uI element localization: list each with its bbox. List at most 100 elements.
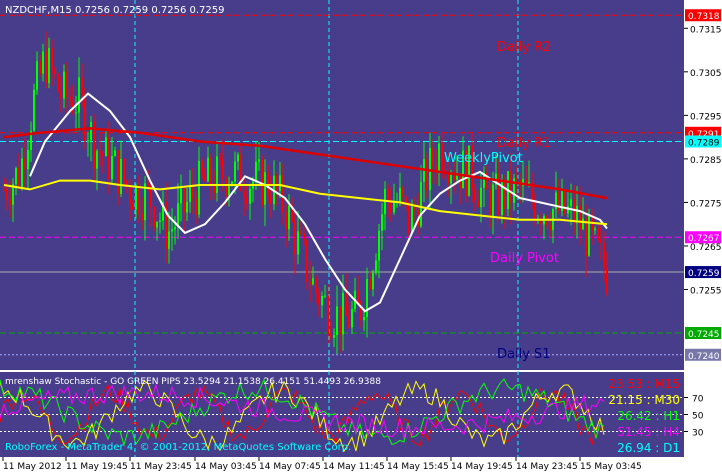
candle-body — [186, 201, 188, 213]
candle-body — [192, 187, 194, 199]
candle-body — [351, 309, 353, 328]
candle-body — [45, 51, 47, 84]
candle-body — [63, 71, 65, 99]
candle-body — [135, 185, 137, 210]
candle-body — [132, 203, 134, 210]
candle-body — [18, 168, 20, 187]
candle-body — [342, 292, 344, 335]
copyright-text: RoboForex - MetaTrader 4, © 2001-2012, M… — [5, 442, 351, 453]
candle-body — [282, 175, 284, 213]
candle-body — [270, 196, 272, 205]
candle-body — [261, 159, 263, 205]
candle-body — [447, 174, 449, 184]
candle-body — [114, 150, 116, 156]
candle-body — [576, 205, 578, 223]
time-tick-label: 14 May 15:45 — [387, 462, 449, 472]
candle-body — [246, 197, 248, 204]
level-price-tag-text: 0.7267 — [688, 234, 720, 244]
timeframe-value-label: 23.53 : M15 — [608, 377, 680, 391]
candle-body — [597, 228, 599, 240]
candle-body — [33, 89, 35, 131]
candle-body — [225, 179, 227, 196]
candle-body — [480, 187, 482, 208]
time-tick-label: 14 May 07:45 — [259, 462, 321, 472]
candle-body — [558, 192, 560, 211]
candle-body — [60, 91, 62, 99]
candle-body — [105, 137, 107, 157]
candle-body — [96, 151, 98, 169]
candle-body — [123, 159, 125, 181]
candle-body — [450, 174, 452, 184]
candle-body — [99, 151, 101, 154]
candle-body — [201, 160, 203, 175]
candle-body — [3, 189, 5, 191]
candle-body — [78, 77, 80, 113]
indicator-title: mrenshaw Stochastic - GO GREEN PIPS 23.5… — [5, 377, 381, 387]
stoch-tick-label: 50 — [692, 412, 704, 422]
price-tick-label: 0.7255 — [690, 286, 722, 296]
level-label-s1: Daily S1 — [497, 347, 551, 362]
price-tick-label: 0.7275 — [690, 199, 722, 209]
candle-body — [6, 189, 8, 200]
price-tick-label: 0.7305 — [690, 69, 722, 79]
candle-body — [306, 240, 308, 282]
candle-body — [183, 188, 185, 213]
candle-body — [588, 214, 590, 256]
candle-body — [36, 61, 38, 90]
timeframe-value-label: 21.15 : M30 — [608, 393, 680, 407]
candle-body — [102, 153, 104, 157]
chart-window[interactable]: NZDCHF,M15 0.7256 0.7259 0.7256 0.7259 m… — [0, 0, 722, 472]
candle-body — [216, 156, 218, 193]
candle-body — [177, 203, 179, 228]
candle-body — [285, 212, 287, 230]
candle-body — [408, 202, 410, 234]
candle-body — [27, 149, 29, 170]
candle-body — [54, 69, 56, 74]
level-label-weekly-pivot: WeeklyPivot — [444, 151, 523, 166]
stoch-tick-label: 30 — [692, 429, 704, 439]
candle-body — [51, 47, 53, 70]
candle-body — [111, 155, 113, 180]
candle-body — [42, 51, 44, 74]
candle-body — [492, 184, 494, 218]
candle-body — [243, 191, 245, 198]
candle-body — [453, 174, 455, 180]
candle-body — [249, 188, 251, 204]
price-axis — [684, 0, 722, 370]
candle-body — [504, 181, 506, 209]
candle-body — [357, 290, 359, 303]
candle-body — [144, 183, 146, 221]
candle-body — [312, 278, 314, 285]
candle-body — [330, 334, 332, 338]
candle-body — [489, 189, 491, 218]
candle-body — [213, 186, 215, 193]
level-label-r1: Daily R1 — [497, 136, 551, 151]
candle-body — [171, 229, 173, 232]
candle-body — [294, 221, 296, 255]
timeframe-value-label: 26.94 : D1 — [617, 441, 680, 455]
candle-body — [573, 199, 575, 223]
candle-body — [375, 260, 377, 273]
candle-body — [564, 190, 566, 214]
candle-body — [279, 175, 281, 191]
price-tick-label: 0.7265 — [690, 243, 722, 253]
candle-body — [372, 272, 374, 290]
level-price-tag-text: 0.7289 — [688, 138, 720, 148]
candle-body — [174, 227, 176, 230]
candle-body — [477, 200, 479, 208]
candle-body — [138, 185, 140, 214]
price-tick-label: 0.7295 — [690, 112, 722, 122]
current-price-tag-text: 0.7259 — [688, 269, 720, 279]
candle-body — [228, 185, 230, 196]
candle-body — [516, 178, 518, 181]
candle-body — [303, 233, 305, 241]
candle-body — [297, 231, 299, 255]
time-tick-label: 11 May 2012 — [3, 462, 62, 472]
candle-body — [222, 159, 224, 180]
candle-body — [309, 281, 311, 285]
candle-body — [432, 147, 434, 167]
candle-body — [327, 295, 329, 335]
time-tick-label: 14 May 11:45 — [323, 462, 385, 472]
candle-body — [585, 218, 587, 256]
candle-body — [198, 160, 200, 215]
